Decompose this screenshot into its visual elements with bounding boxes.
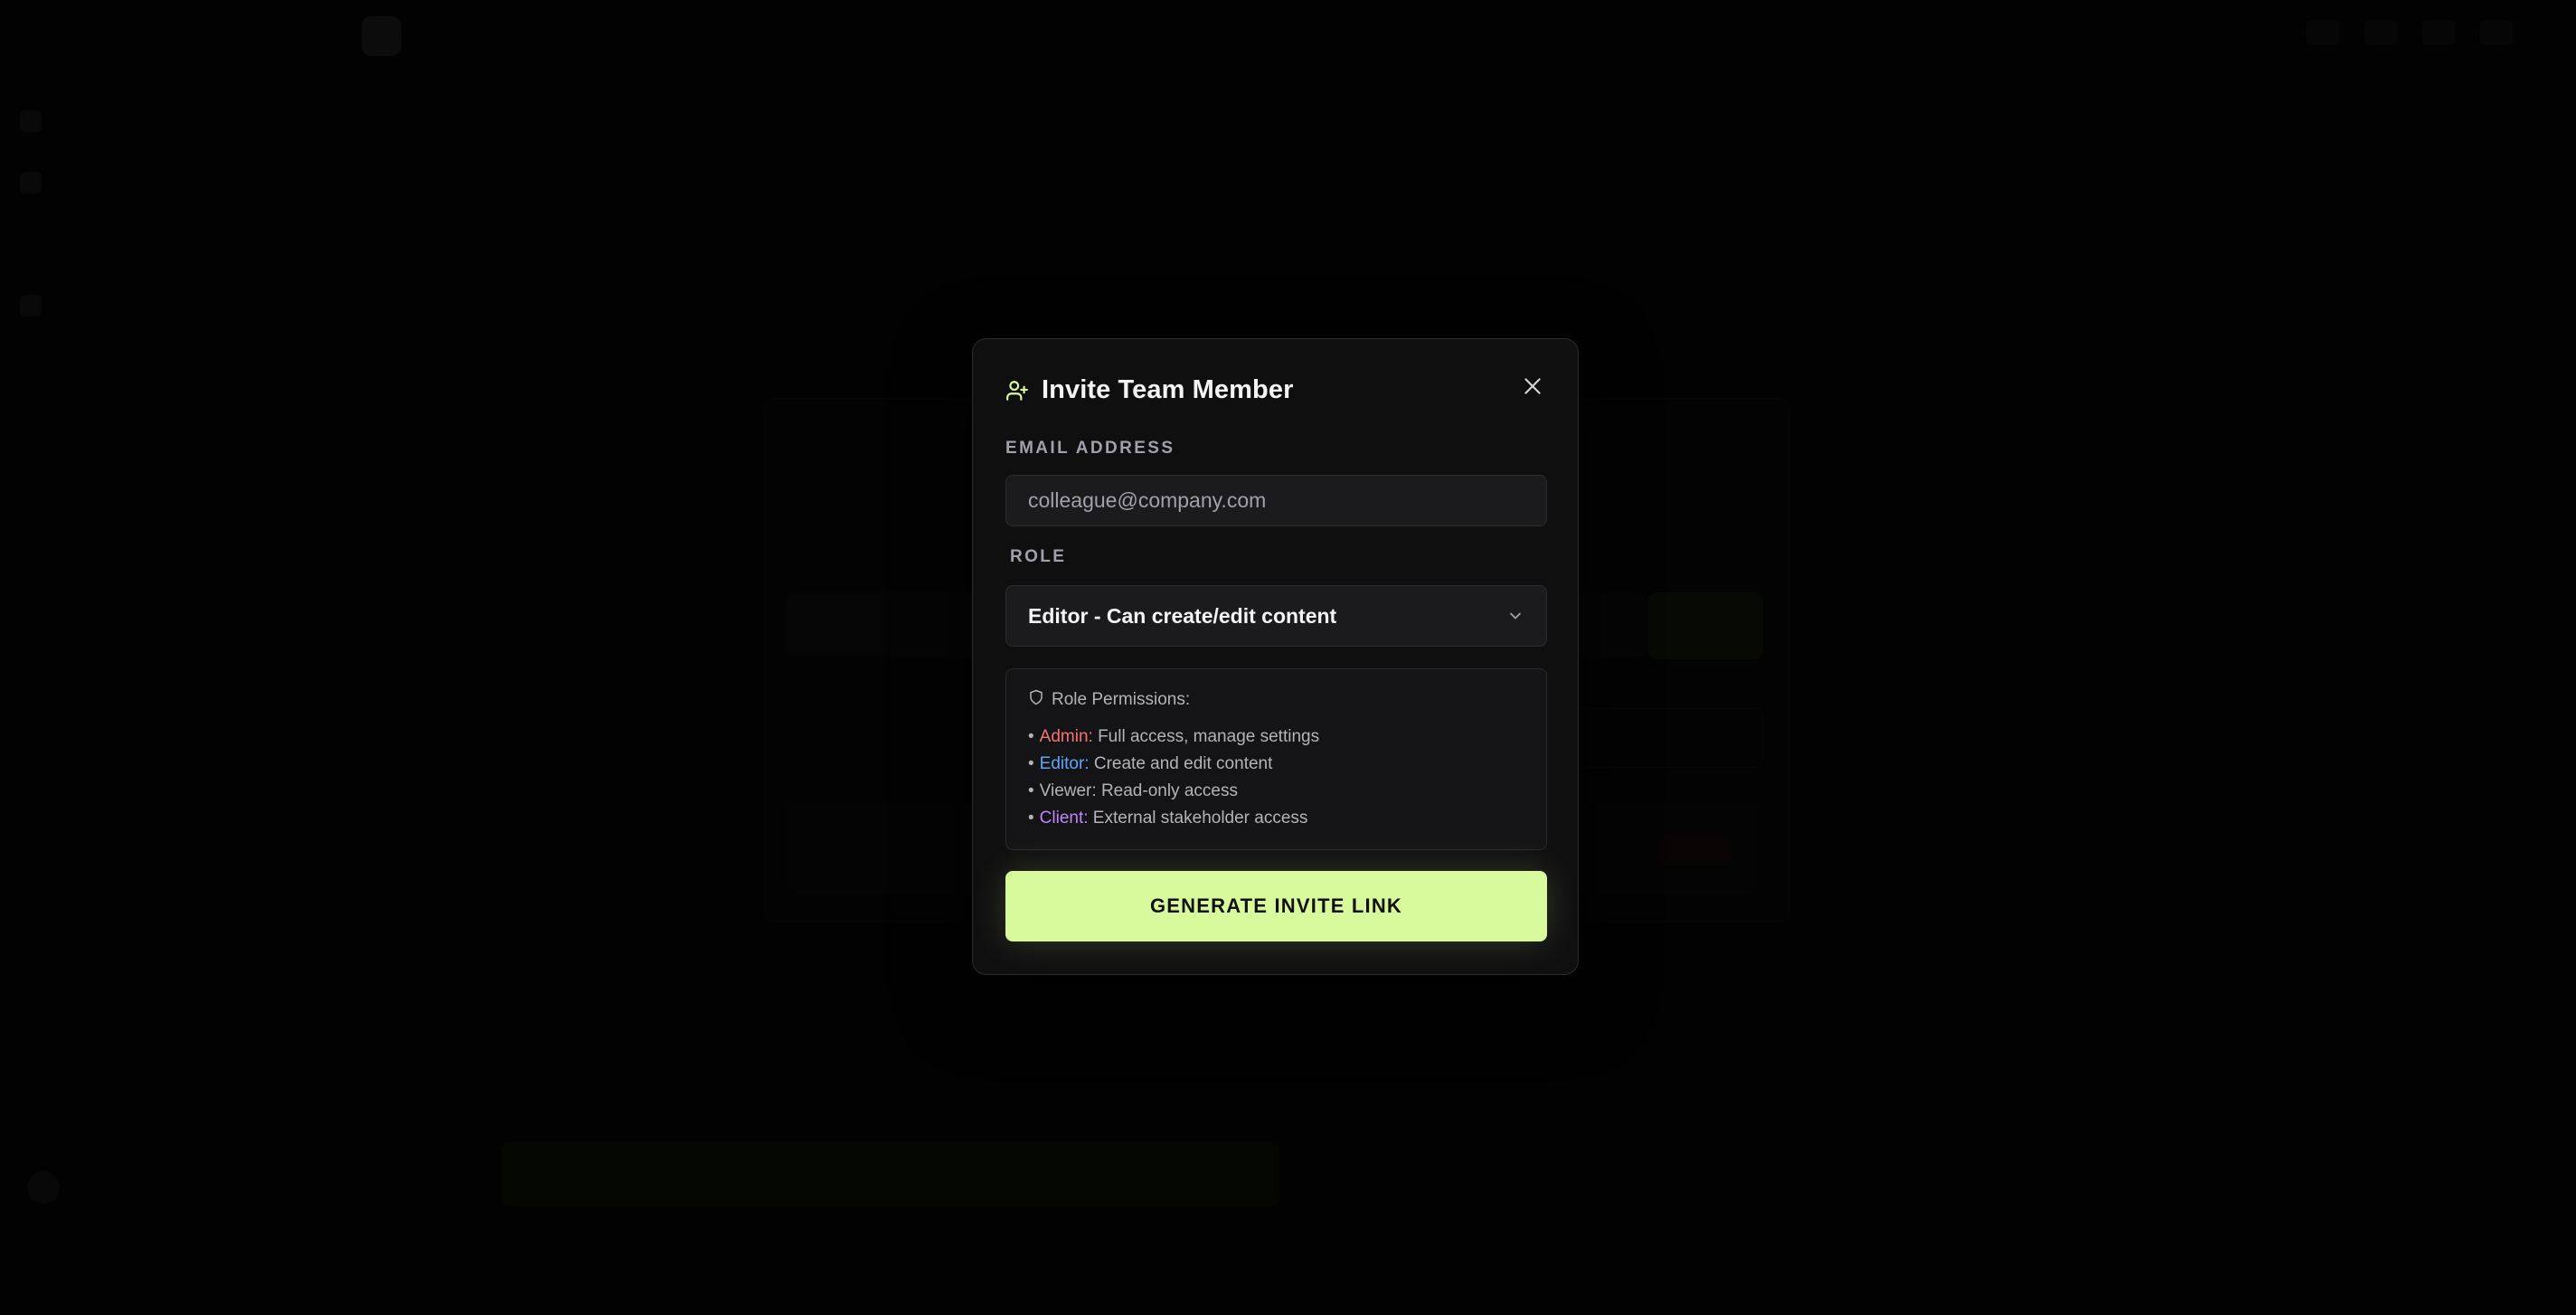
user-plus-icon [1005, 379, 1029, 402]
chevron-down-icon [1506, 607, 1524, 625]
permissions-list: • Admin: Full access, manage settings • Ed… [1028, 724, 1524, 832]
close-icon [1521, 374, 1544, 402]
modal-title: Invite Team Member [1042, 375, 1294, 404]
modal-header: Invite Team Member [1005, 375, 1293, 405]
email-input[interactable] [1005, 475, 1547, 526]
invite-modal: Invite Team Member EMAIL ADDRESS ROLE Ed… [972, 338, 1579, 975]
role-label: ROLE [1010, 547, 1067, 566]
permission-desc: Read-only access [1100, 781, 1238, 800]
email-label: EMAIL ADDRESS [1005, 439, 1175, 458]
permission-desc: External stakeholder access [1092, 809, 1308, 828]
shield-icon [1028, 689, 1044, 711]
permissions-heading: Role Permissions: [1028, 689, 1524, 711]
close-button[interactable] [1514, 370, 1551, 406]
role-permissions-box: Role Permissions: • Admin: Full access, m… [1005, 668, 1547, 850]
permission-item: • Admin: Full access, manage settings [1028, 727, 1320, 746]
permission-desc: Create and edit content [1093, 754, 1273, 773]
permission-role: Admin: [1039, 727, 1093, 746]
permission-role: Editor: [1039, 754, 1090, 773]
app-screen: Invite Team Member EMAIL ADDRESS ROLE Ed… [0, 0, 2576, 1315]
permission-item: • Editor: Create and edit content [1028, 754, 1273, 773]
permissions-heading-text: Role Permissions: [1052, 690, 1191, 709]
permission-desc: Full access, manage settings [1098, 727, 1320, 746]
permission-item: • Viewer: Read-only access [1028, 781, 1238, 800]
role-select-value: Editor - Can create/edit content [1028, 603, 1337, 628]
permission-item: • Client: External stakeholder access [1028, 809, 1308, 828]
role-select[interactable]: Editor - Can create/edit content [1005, 585, 1547, 647]
permission-role: Viewer: [1039, 781, 1097, 800]
generate-invite-link-button[interactable]: GENERATE INVITE LINK [1005, 871, 1547, 941]
permission-role: Client: [1039, 809, 1089, 828]
